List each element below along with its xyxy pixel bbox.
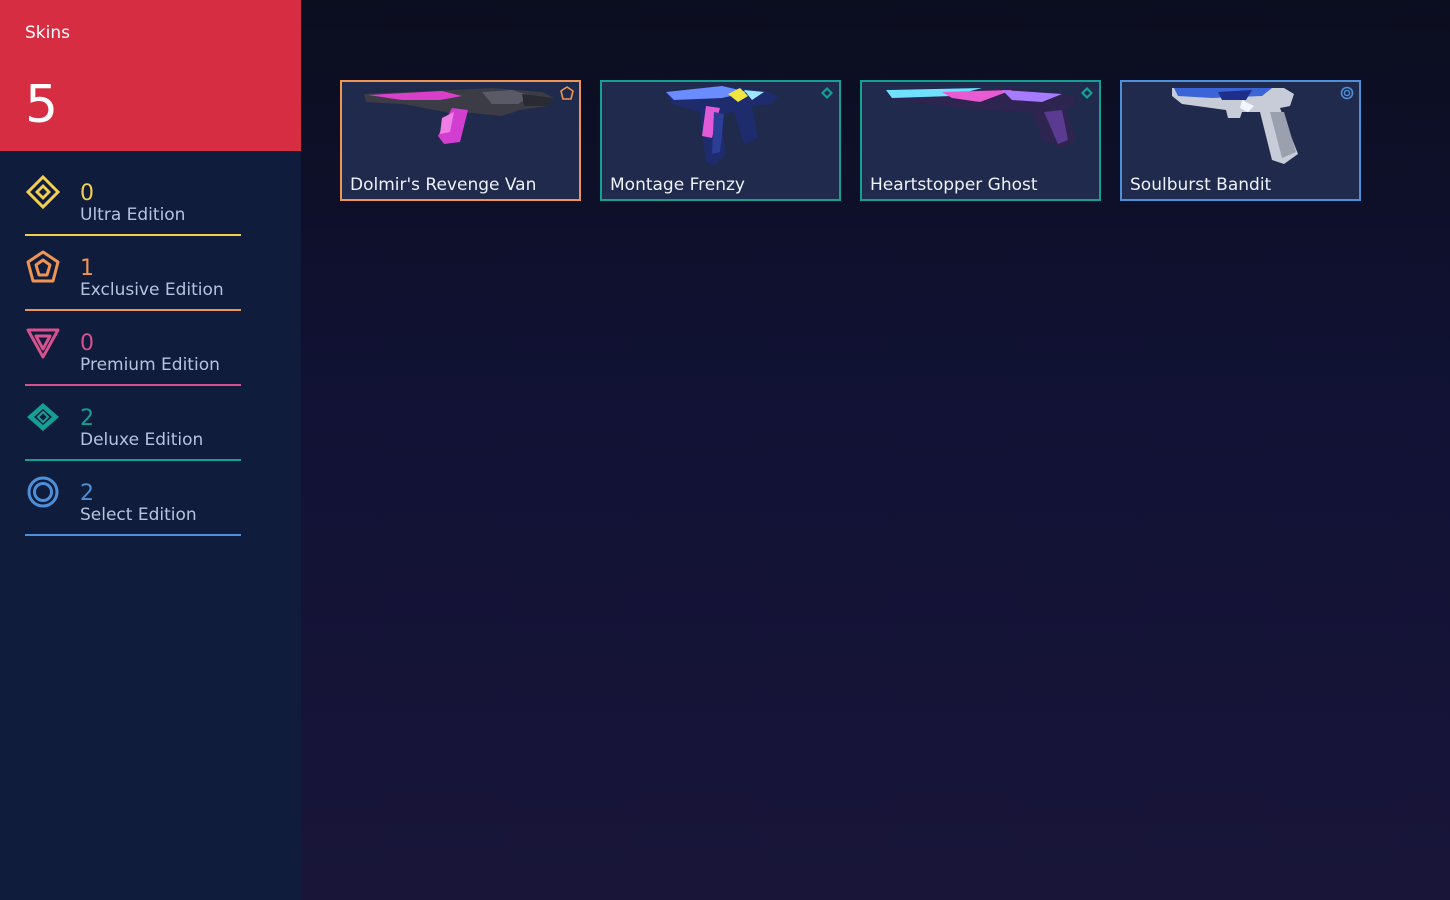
tier-ultra-edition[interactable]: 0 Ultra Edition <box>25 172 241 236</box>
tier-label: Deluxe Edition <box>80 430 204 450</box>
total-skins-label: Skins <box>25 23 70 43</box>
tier-count: 2 <box>80 481 94 506</box>
skin-name: Dolmir's Revenge Van <box>350 175 537 195</box>
deluxe-edition-icon <box>821 87 833 99</box>
pistol-skin-image <box>666 86 778 166</box>
skin-name: Heartstopper Ghost <box>870 175 1038 195</box>
pistol-skin-image <box>1172 88 1298 164</box>
pistol-skin-image <box>884 88 1076 148</box>
skin-card-dolmirs-revenge-van[interactable]: Dolmir's Revenge Van <box>340 80 581 201</box>
tier-select-edition[interactable]: 2 Select Edition <box>25 472 241 536</box>
premium-edition-icon <box>26 328 60 359</box>
exclusive-edition-icon <box>560 86 574 100</box>
ultra-edition-icon <box>25 174 61 210</box>
tier-premium-edition[interactable]: 0 Premium Edition <box>25 322 241 386</box>
deluxe-edition-icon <box>27 403 59 431</box>
skin-name: Soulburst Bandit <box>1130 175 1272 195</box>
skin-card-heartstopper-ghost[interactable]: Heartstopper Ghost <box>860 80 1101 201</box>
total-skins-panel: Skins 5 <box>0 0 301 151</box>
exclusive-edition-icon <box>26 250 60 283</box>
total-skins-count: 5 <box>25 75 59 135</box>
tier-label: Ultra Edition <box>80 205 186 225</box>
tier-count: 0 <box>80 181 94 206</box>
tier-count: 0 <box>80 331 94 356</box>
tier-count: 1 <box>80 256 94 281</box>
select-edition-icon <box>1340 86 1354 100</box>
rifle-skin-image <box>364 88 554 144</box>
tier-exclusive-edition[interactable]: 1 Exclusive Edition <box>25 247 241 311</box>
sidebar: Skins 5 0 Ultra Edition 1 Exclusive Edit… <box>0 0 301 900</box>
skin-card-soulburst-bandit[interactable]: Soulburst Bandit <box>1120 80 1361 201</box>
select-edition-icon <box>27 476 59 508</box>
skin-card-montage-frenzy[interactable]: Montage Frenzy <box>600 80 841 201</box>
tier-label: Exclusive Edition <box>80 280 224 300</box>
deluxe-edition-icon <box>1081 87 1093 99</box>
tier-label: Premium Edition <box>80 355 220 375</box>
skin-name: Montage Frenzy <box>610 175 745 195</box>
tier-label: Select Edition <box>80 505 197 525</box>
tier-deluxe-edition[interactable]: 2 Deluxe Edition <box>25 397 241 461</box>
tier-count: 2 <box>80 406 94 431</box>
